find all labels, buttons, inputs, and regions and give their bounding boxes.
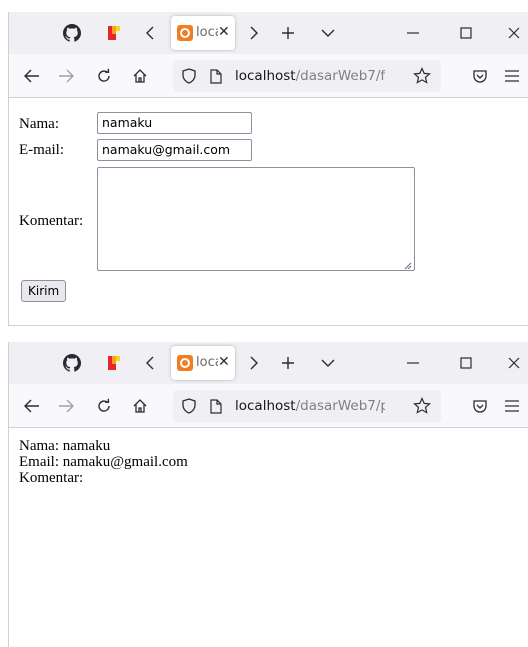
kirim-button[interactable]: Kirim (21, 280, 67, 302)
email-label: E-mail: (19, 142, 64, 158)
tab-bar: loca ✕ (9, 12, 528, 54)
xampp-icon (177, 25, 193, 41)
komentar-label: Komentar: (19, 213, 84, 229)
chevron-right-icon[interactable] (247, 23, 261, 43)
menu-icon[interactable] (503, 67, 521, 85)
page-content-result: Nama: namaku Email: namaku@gmail.com Kom… (9, 428, 528, 647)
chevron-down-icon[interactable] (319, 354, 337, 372)
browser-window-form: loca ✕ (8, 12, 528, 326)
back-arrow-icon[interactable] (23, 398, 41, 414)
maximize-icon[interactable] (457, 24, 475, 42)
minimize-icon[interactable] (404, 24, 422, 42)
forward-arrow-icon[interactable] (57, 68, 75, 84)
menu-icon[interactable] (503, 397, 521, 415)
url-bar[interactable]: localhost/dasarWeb7/form_ (173, 60, 441, 92)
close-icon[interactable] (505, 354, 523, 372)
shield-icon[interactable] (181, 398, 197, 414)
browser-window-result: loca ✕ (8, 342, 528, 647)
page-content-form: Nama: namaku E-mail: namaku@gmail.com Ko… (9, 98, 528, 325)
navigation-toolbar: localhost/dasarWeb7/form_ (9, 54, 528, 98)
github-icon[interactable] (63, 24, 81, 42)
firefox-view-icon[interactable] (105, 354, 123, 372)
star-icon[interactable] (413, 67, 431, 85)
reload-icon[interactable] (95, 67, 113, 85)
plus-icon[interactable] (279, 23, 297, 43)
shield-icon[interactable] (181, 68, 197, 84)
url-text[interactable]: localhost/dasarWeb7/proses (235, 398, 385, 414)
resize-grip-icon[interactable] (402, 258, 412, 270)
close-icon[interactable] (505, 24, 523, 42)
github-icon[interactable] (63, 354, 81, 372)
output-email: Email: namaku@gmail.com (19, 454, 188, 470)
firefox-view-icon[interactable] (105, 24, 123, 42)
output-komentar: Komentar: (19, 470, 84, 486)
chevron-left-icon[interactable] (143, 353, 157, 373)
chevron-down-icon[interactable] (319, 24, 337, 42)
minimize-icon[interactable] (404, 354, 422, 372)
email-input[interactable]: namaku@gmail.com (97, 139, 252, 161)
plus-icon[interactable] (279, 353, 297, 373)
chevron-left-icon[interactable] (143, 23, 157, 43)
navigation-toolbar: localhost/dasarWeb7/proses (9, 384, 528, 428)
komentar-textarea[interactable] (97, 167, 415, 271)
tab-close-icon[interactable]: ✕ (218, 354, 230, 370)
forward-arrow-icon[interactable] (57, 398, 75, 414)
output-nama: Nama: namaku (19, 438, 111, 454)
tab-close-icon[interactable]: ✕ (218, 24, 230, 40)
page-icon (209, 398, 223, 414)
maximize-icon[interactable] (457, 354, 475, 372)
pocket-icon[interactable] (471, 397, 489, 415)
tab-title: loca (196, 25, 218, 40)
tab-active[interactable]: loca ✕ (171, 16, 235, 50)
nama-input[interactable]: namaku (97, 112, 252, 134)
xampp-icon (177, 355, 193, 371)
home-icon[interactable] (131, 67, 149, 85)
nama-label: Nama: (19, 116, 59, 132)
tab-bar: loca ✕ (9, 342, 528, 384)
chevron-right-icon[interactable] (247, 353, 261, 373)
pocket-icon[interactable] (471, 67, 489, 85)
reload-icon[interactable] (95, 397, 113, 415)
page-icon (209, 68, 223, 84)
home-icon[interactable] (131, 397, 149, 415)
tab-title: loca (196, 355, 218, 370)
back-arrow-icon[interactable] (23, 68, 41, 84)
star-icon[interactable] (413, 397, 431, 415)
tab-active[interactable]: loca ✕ (171, 346, 235, 380)
url-text[interactable]: localhost/dasarWeb7/form_ (235, 68, 385, 84)
url-bar[interactable]: localhost/dasarWeb7/proses (173, 390, 441, 422)
